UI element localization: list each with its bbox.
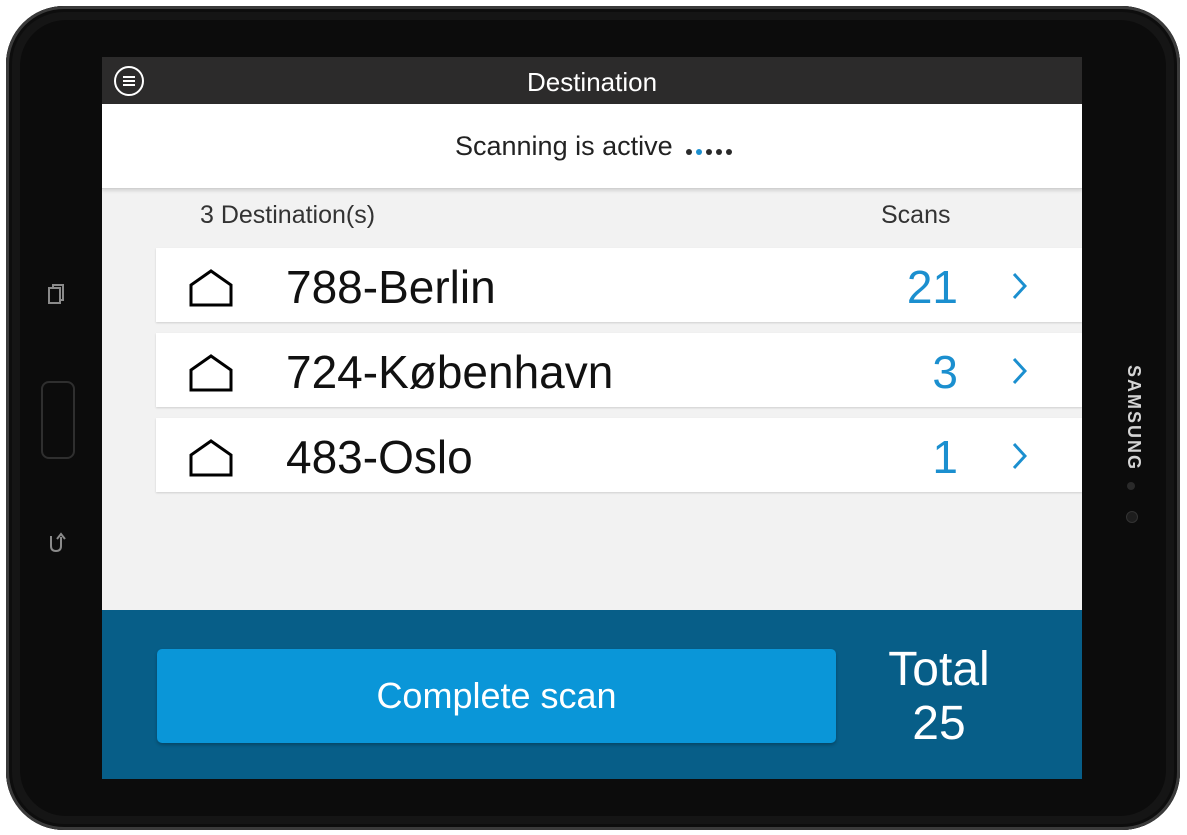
footer-bar: Complete scan Total 25: [102, 610, 1082, 779]
total-label: Total: [888, 643, 990, 696]
device-brand-logo: SAMSUNG: [1124, 365, 1144, 472]
destination-scan-count: 3: [932, 346, 958, 398]
top-bar: Destination: [102, 57, 1082, 104]
activity-dot: [706, 149, 712, 155]
activity-dot-active: [696, 149, 702, 155]
chevron-right-icon[interactable]: [1011, 356, 1027, 386]
page-title: Destination: [526, 67, 658, 97]
recent-apps-key-icon[interactable]: [46, 284, 66, 306]
home-icon: [189, 354, 233, 392]
scan-status-text: Scanning is active: [455, 131, 673, 161]
app-screen: Destination Scanning is active 3 Destina…: [102, 57, 1082, 779]
activity-dot: [686, 149, 692, 155]
home-icon: [189, 269, 233, 307]
destination-count: 3 Destination(s): [200, 201, 376, 229]
chevron-right-icon[interactable]: [1011, 271, 1027, 301]
back-key-icon[interactable]: [46, 530, 66, 554]
scans-column-header: Scans: [881, 201, 951, 229]
destination-row[interactable]: 483-Oslo 1: [156, 418, 1082, 492]
destination-name: 788-Berlin: [286, 261, 496, 313]
front-camera: [1126, 511, 1138, 523]
destination-scan-count: 21: [906, 261, 958, 313]
front-sensor: [1127, 482, 1135, 490]
scan-status-bar: Scanning is active: [102, 104, 1082, 189]
complete-scan-button[interactable]: Complete scan: [157, 649, 836, 743]
destination-row[interactable]: 724-København 3: [156, 333, 1082, 407]
home-icon: [189, 439, 233, 477]
destination-name: 724-København: [286, 346, 614, 398]
home-key[interactable]: [41, 381, 75, 459]
destination-row[interactable]: 788-Berlin 21: [156, 248, 1082, 322]
destination-name: 483-Oslo: [286, 431, 473, 483]
total-value: 25: [912, 697, 966, 750]
activity-dot: [716, 149, 722, 155]
chevron-right-icon[interactable]: [1011, 441, 1027, 471]
activity-dot: [726, 149, 732, 155]
destination-scan-count: 1: [932, 431, 958, 483]
